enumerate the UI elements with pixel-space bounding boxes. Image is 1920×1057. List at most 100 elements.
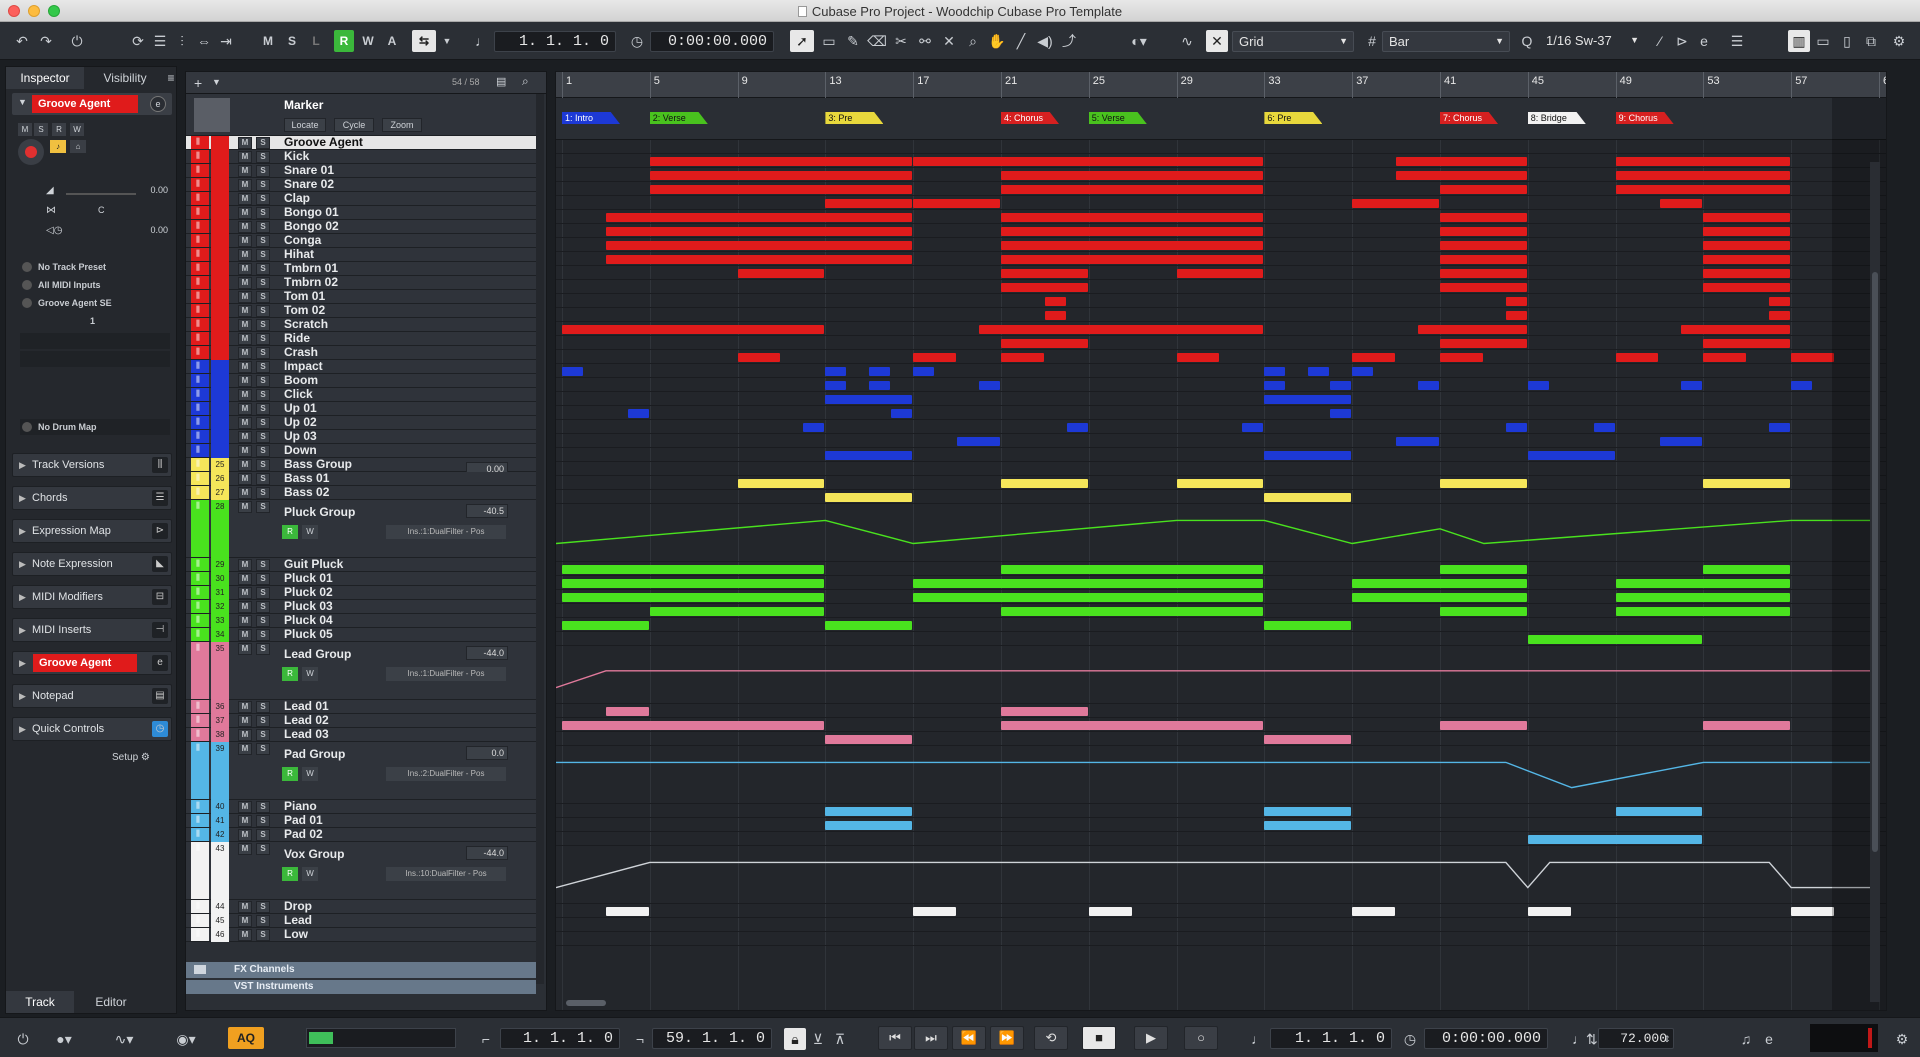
track-row[interactable]: ⫼ 33 M S Pluck 04 [186,614,536,628]
aq-button[interactable]: AQ [228,1027,264,1049]
track-solo-button[interactable]: S [256,487,270,499]
mute-tool-icon[interactable]: ✕ [938,30,960,52]
section-chords[interactable]: ▶ Chords ☰ [12,486,172,510]
tab-inspector[interactable]: Inspector [6,67,84,89]
track-row[interactable]: ⫼ 29 M S Guit Pluck [186,558,536,572]
track-solo-button[interactable]: S [256,235,270,247]
midi-event[interactable] [1440,339,1527,348]
track-row[interactable]: ⫼ M S Tmbrn 02 [186,276,536,290]
track-row[interactable]: ⫼ M S Snare 02 [186,178,536,192]
automation-line[interactable] [556,519,1879,545]
midi-event[interactable] [1176,353,1220,362]
track-mute-button[interactable]: M [238,319,252,331]
track-lane[interactable] [556,378,1886,392]
marker-event[interactable]: 6: Pre Chorus [1264,112,1323,124]
midi-event[interactable] [1703,213,1791,222]
track-solo-button[interactable]: S [256,715,270,727]
midi-event[interactable] [1264,367,1286,376]
midi-event[interactable] [1615,353,1659,362]
midi-event[interactable] [605,907,649,916]
midi-event[interactable] [1440,607,1527,616]
track-lane[interactable] [556,462,1886,476]
midi-event[interactable] [737,269,825,278]
automation-write-button[interactable]: W [302,667,318,681]
midi-event[interactable] [1066,423,1088,432]
solo-button[interactable]: S [34,123,48,136]
record-mode-icon[interactable]: ●▾ [44,1028,84,1050]
midi-event[interactable] [1527,835,1703,844]
midi-event[interactable] [1440,283,1527,292]
midi-event[interactable] [605,227,913,236]
midi-event[interactable] [1264,807,1352,816]
track-mute-button[interactable]: M [238,333,252,345]
track-lane[interactable] [556,294,1886,308]
track-solo-button[interactable]: S [256,207,270,219]
section-expression-map[interactable]: ▶ Expression Map ⊳ [12,519,172,543]
track-mute-button[interactable]: M [238,815,252,827]
track-lane[interactable] [556,308,1886,322]
punch-icon[interactable]: ◉▾ [166,1028,206,1050]
track-lane[interactable] [556,154,1886,168]
automation-curve[interactable] [556,504,1887,562]
vertical-scrollbar[interactable] [1870,162,1880,1002]
track-solo-button[interactable]: S [256,829,270,841]
track-mute-button[interactable]: M [238,801,252,813]
automation-line[interactable] [556,670,1879,689]
midi-event[interactable] [1352,579,1527,588]
track-row[interactable]: ⫼ M S Bongo 02 [186,220,536,234]
track-mute-button[interactable]: M [238,843,252,855]
midi-event[interactable] [1703,241,1791,250]
go-to-end-button[interactable]: ⏭ [914,1026,948,1050]
volume-slider[interactable]: ◢ 0.00 [46,185,170,199]
track-mute-button[interactable]: M [238,587,252,599]
track-solo-button[interactable]: S [256,701,270,713]
midi-event[interactable] [869,367,891,376]
track-lane[interactable] [556,804,1886,818]
track-row[interactable]: ⫼ 27 M S Bass 02 [186,486,536,500]
track-solo-button[interactable]: S [256,179,270,191]
track-lane[interactable] [556,168,1886,182]
track-row[interactable]: ⫼ M S Bongo 01 [186,206,536,220]
track-mute-button[interactable]: M [238,743,252,755]
midi-event[interactable] [1001,607,1264,616]
midi-event[interactable] [1703,479,1791,488]
marker-event[interactable]: 8: Bridge [1527,112,1586,124]
midi-event[interactable] [1001,353,1044,362]
left-locator-display[interactable]: 1. 1. 1. 0 [500,1028,620,1049]
midi-event[interactable] [825,395,913,404]
track-row[interactable]: ⫼ M S Hihat [186,248,536,262]
track-solo-button[interactable]: S [256,587,270,599]
midi-event[interactable] [1505,297,1527,306]
split-tool-icon[interactable]: ✂ [890,30,912,52]
track-list-scrollbar[interactable] [536,94,544,984]
track-row[interactable]: ⫼ 31 M S Pluck 02 [186,586,536,600]
lock-icon[interactable]: 🔒︎ [784,1028,806,1050]
track-lane[interactable] [556,904,1886,918]
midi-event[interactable] [1352,367,1374,376]
midi-event[interactable] [1264,451,1352,460]
midi-event[interactable] [1176,479,1264,488]
tab-visibility[interactable]: Visibility [86,67,164,89]
glue-tool-icon[interactable]: ⚯ [914,30,936,52]
track-mute-button[interactable]: M [238,473,252,485]
marker-lane[interactable]: 1: Intro 2: Verse 3: Pre Chorus 4: Chorus 5:… [556,98,1886,140]
automation-mode-icon[interactable]: ⇆ [412,30,436,52]
automation-parameter-selector[interactable]: Ins.:2:DualFilter - Pos [386,767,506,781]
track-row[interactable]: ⫼ M S Click [186,388,536,402]
show-right-zone-icon[interactable]: ▯ [1836,30,1858,52]
tab-editor[interactable]: Editor [76,991,146,1013]
track-solo-button[interactable]: S [256,277,270,289]
automation-dropdown-icon[interactable]: ▼ [440,30,454,52]
track-row[interactable]: ⫼ 25 M S Bass Group 0.00 [186,458,536,476]
monitor-icon[interactable]: ♪ [50,140,66,153]
track-mute-button[interactable]: M [238,291,252,303]
track-solo-button[interactable]: S [256,333,270,345]
track-list-icon[interactable]: ☰ [150,30,170,52]
nudge-icon[interactable]: ⇔ [194,30,214,52]
midi-event[interactable] [1330,381,1352,390]
scrollbar-thumb[interactable] [1872,272,1878,852]
marker-event[interactable]: 7: Chorus [1440,112,1498,124]
automation-line[interactable] [556,761,1879,789]
track-solo-button[interactable]: S [256,459,270,471]
horizontal-scrollbar[interactable] [566,1000,606,1006]
